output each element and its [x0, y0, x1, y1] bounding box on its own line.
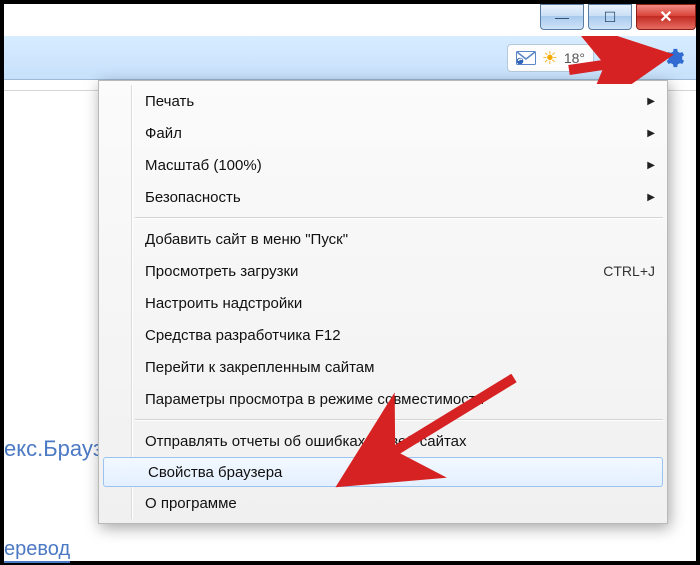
menu-item[interactable]: Перейти к закрепленным сайтам: [101, 351, 665, 383]
menu-item[interactable]: Отправлять отчеты об ошибках на веб-сайт…: [101, 425, 665, 457]
submenu-arrow-icon: ▶: [647, 192, 655, 203]
menu-separator: [135, 217, 663, 219]
menu-item-label: Средства разработчика F12: [145, 327, 655, 344]
home-icon[interactable]: [630, 46, 654, 70]
menu-item-label: Просмотреть загрузки: [145, 263, 603, 280]
menu-item-label: О программе: [145, 495, 655, 512]
minimize-button[interactable]: —: [540, 4, 584, 30]
menu-item-label: Параметры просмотра в режиме совместимос…: [145, 391, 655, 408]
coin-icon[interactable]: Є: [602, 48, 622, 68]
coin-glyph: Є: [608, 51, 617, 65]
browser-toolbar: ☀ 18° Є: [4, 36, 696, 80]
menu-item[interactable]: Просмотреть загрузкиCTRL+J: [101, 255, 665, 287]
menu-item[interactable]: Файл ▶: [101, 117, 665, 149]
sun-icon: ☀: [542, 49, 558, 67]
temperature-label: 18°: [564, 50, 585, 66]
menu-item-shortcut: CTRL+J: [603, 263, 655, 279]
menu-item-label: Настроить надстройки: [145, 295, 655, 312]
mail-icon: [516, 51, 536, 65]
menu-item-label: Безопасность: [145, 189, 639, 206]
menu-item[interactable]: Свойства браузера: [103, 457, 663, 487]
submenu-arrow-icon: ▶: [647, 128, 655, 139]
menu-item-label: Добавить сайт в меню "Пуск": [145, 231, 655, 248]
close-glyph: ✕: [659, 7, 672, 27]
menu-item[interactable]: Средства разработчика F12: [101, 319, 665, 351]
menu-item[interactable]: Масштаб (100%) ▶: [101, 149, 665, 181]
submenu-arrow-icon: ▶: [647, 96, 655, 107]
menu-item-label: Файл: [145, 125, 639, 142]
tools-menu: Печать ▶ Файл ▶ Масштаб (100%) ▶ Безопасность ▶…: [98, 80, 668, 524]
menu-item-label: Печать: [145, 93, 639, 110]
submenu-arrow-icon: ▶: [647, 160, 655, 171]
menu-item-label: Масштаб (100%): [145, 157, 639, 174]
weather-mail-widget[interactable]: ☀ 18°: [507, 44, 594, 72]
menu-item-label: Отправлять отчеты об ошибках на веб-сайт…: [145, 433, 655, 450]
menu-item[interactable]: Параметры просмотра в режиме совместимос…: [101, 383, 665, 415]
menu-item[interactable]: Настроить надстройки: [101, 287, 665, 319]
menu-item-label: Перейти к закрепленным сайтам: [145, 359, 655, 376]
close-button[interactable]: ✕: [636, 4, 696, 30]
menu-item[interactable]: Безопасность ▶: [101, 181, 665, 213]
menu-separator: [135, 419, 663, 421]
menu-item-label: Свойства браузера: [148, 464, 652, 481]
background-text-1: екс.Брауз: [4, 436, 103, 462]
menu-item[interactable]: Печать ▶: [101, 85, 665, 117]
maximize-glyph: ☐: [604, 9, 617, 26]
minimize-glyph: —: [555, 9, 569, 25]
gear-icon[interactable]: [662, 46, 686, 70]
menu-item[interactable]: О программе: [101, 487, 665, 519]
menu-item[interactable]: Добавить сайт в меню "Пуск": [101, 223, 665, 255]
maximize-button[interactable]: ☐: [588, 4, 632, 30]
background-link-text[interactable]: еревод: [4, 538, 70, 563]
